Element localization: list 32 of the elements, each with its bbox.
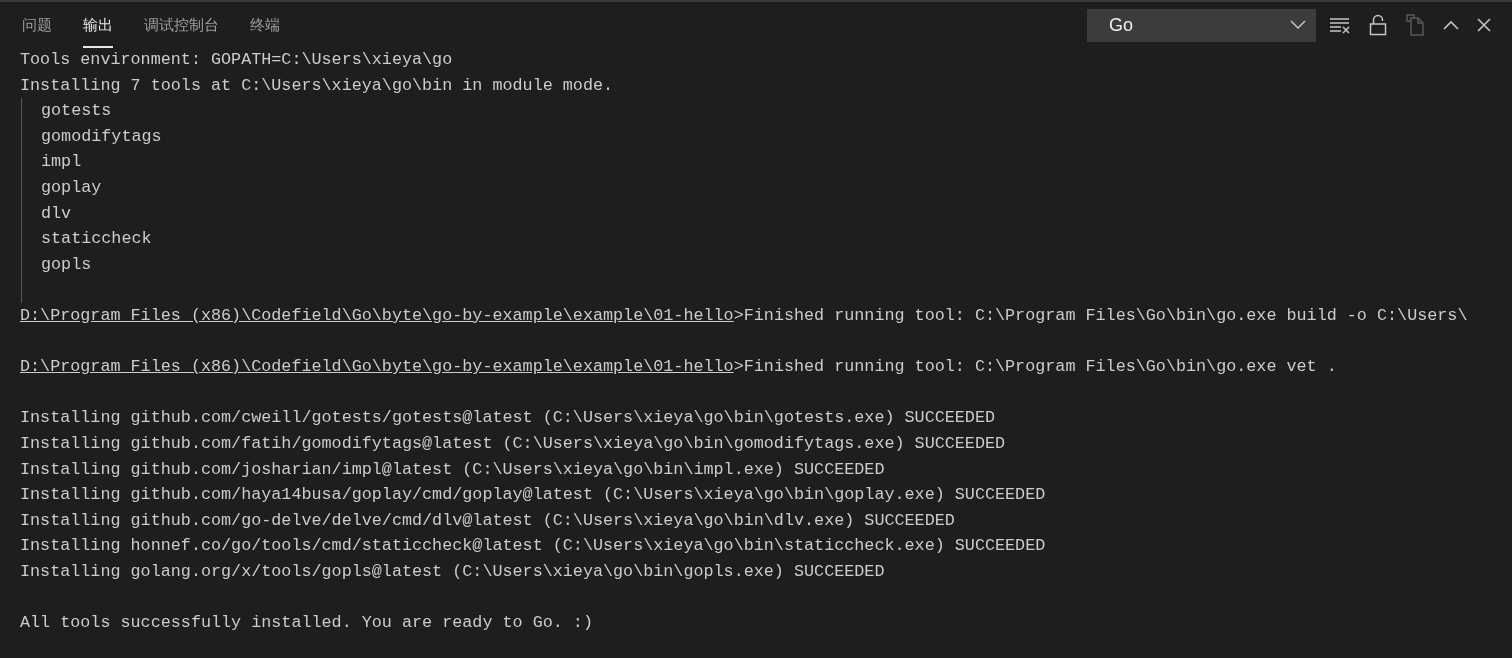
panel-tab[interactable]: 输出 <box>83 2 113 48</box>
channel-dropdown[interactable]: Go <box>1087 8 1316 42</box>
output-line: gopls <box>41 253 93 276</box>
output-line: gomodifytags <box>41 125 163 148</box>
path-link[interactable]: D:\Program Files (x86)\Codefield\Go\byte\go-by-example\example\01-hello <box>20 357 734 377</box>
output-line: goplay <box>41 176 103 199</box>
output-line: Tools environment: GOPATH=C:\Users\xieya\go <box>20 49 454 71</box>
output-line: impl <box>41 151 83 174</box>
unlocked-padlock-icon <box>1369 14 1387 36</box>
output-line: gotests <box>41 100 113 123</box>
output-line: Installing github.com/go-delve/delve/cmd/dlv@latest (C:\Users\xieya\go\bin\dlv.exe) SUCCEEDED <box>20 509 956 532</box>
panel-tab[interactable]: 问题 <box>22 2 52 48</box>
output-line: Installing honnef.co/go/tools/cmd/staticcheck@latest (C:\Users\xieya\go\bin\staticcheck.exe) SUCCEEDED <box>20 535 1047 558</box>
chevron-up-icon <box>1443 20 1459 30</box>
copy-document-icon <box>1405 14 1425 36</box>
path-link[interactable]: D:\Program Files (x86)\Codefield\Go\byte\go-by-example\example\01-hello <box>20 305 734 325</box>
output-line: Installing 7 tools at C:\Users\xieya\go\bin in module mode. <box>20 74 615 97</box>
output-line: Installing github.com/cweill/gotests/gotests@latest (C:\Users\xieya\go\bin\gotests.exe) SUCCEEDED <box>20 407 996 430</box>
panel-tab[interactable]: 终端 <box>250 2 280 48</box>
chevron-down-icon <box>1290 20 1306 30</box>
output-line: staticcheck <box>41 228 153 251</box>
output-line: Installing github.com/haya14busa/goplay/cmd/goplay@latest (C:\Users\xieya\go\bin\goplay.exe) SUCCEEDED <box>20 484 1047 507</box>
output-line: >Finished running tool: C:\Program Files\Go\bin\go.exe vet . <box>733 357 1337 377</box>
output-line: Installing github.com/fatih/gomodifytags@latest (C:\Users\xieya\go\bin\gomodifytags.exe) SUCCEEDED <box>20 432 1007 455</box>
clear-output-icon <box>1329 16 1351 34</box>
output-line: Installing golang.org/x/tools/gopls@latest (C:\Users\xieya\go\bin\gopls.exe) SUCCEEDED <box>20 560 886 583</box>
output-line: All tools successfully installed. You are ready to Go. :) <box>20 612 594 635</box>
output-line: dlv <box>41 202 73 225</box>
output-line: Installing github.com/josharian/impl@latest (C:\Users\xieya\go\bin\impl.exe) SUCCEEDED <box>20 458 886 481</box>
panel-tab[interactable]: 调试控制台 <box>144 2 219 48</box>
output-line: >Finished running tool: C:\Program Files\Go\bin\go.exe build -o C:\Users\ <box>733 305 1468 325</box>
close-icon <box>1477 18 1491 32</box>
